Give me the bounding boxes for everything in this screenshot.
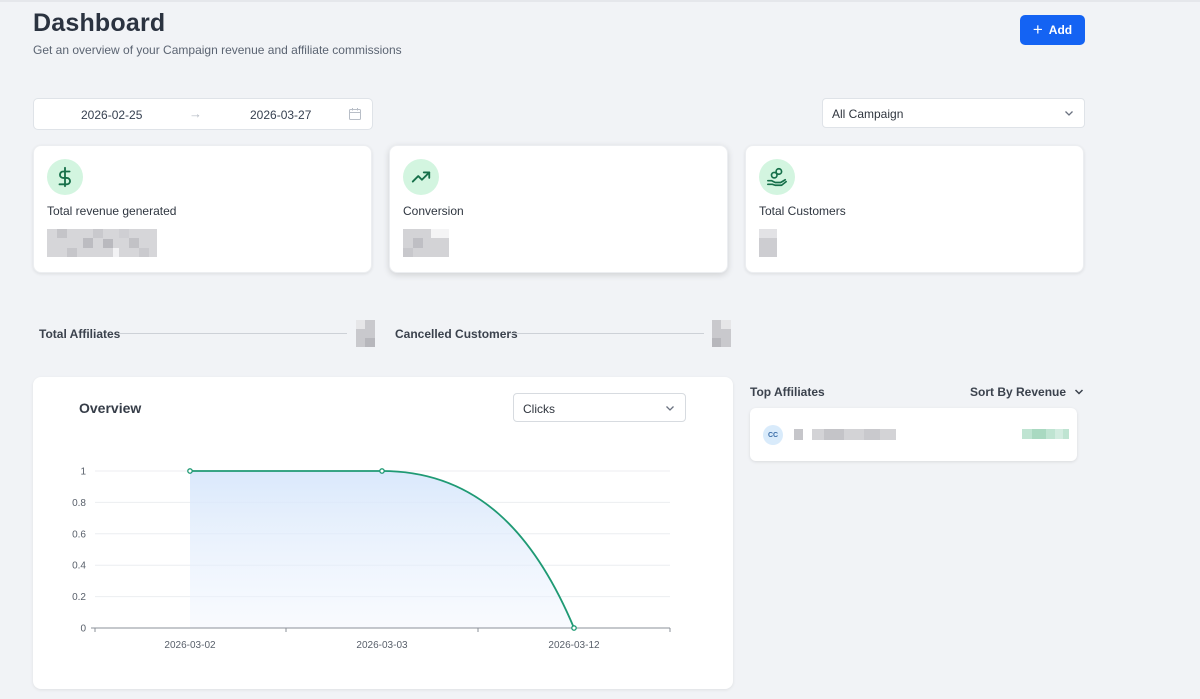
date-range-picker[interactable]: 2026-02-25 → 2026-03-27 (33, 98, 373, 130)
data-point (187, 468, 193, 474)
arrow-right-icon: → (189, 106, 202, 121)
stat-label: Conversion (403, 204, 464, 218)
add-button-label: Add (1048, 23, 1073, 37)
date-start-input[interactable]: 2026-02-25 (81, 108, 142, 122)
stat-label: Total revenue generated (47, 204, 177, 218)
top-border (0, 0, 1200, 2)
sort-by-revenue-dropdown[interactable]: Sort By Revenue (970, 385, 1084, 399)
divider (120, 333, 347, 334)
add-button[interactable]: + Add (1020, 15, 1085, 45)
blurred-affiliate-name (794, 429, 896, 440)
cancelled-customers-label: Cancelled Customers (395, 327, 518, 341)
y-tick-label: 0.2 (72, 592, 86, 603)
top-affiliates-title: Top Affiliates (750, 385, 825, 399)
campaign-select-value: All Campaign (832, 107, 904, 121)
dollar-icon (47, 159, 83, 195)
blurred-affiliate-revenue (1022, 429, 1069, 439)
stat-card-revenue: Total revenue generated (33, 145, 372, 273)
total-affiliates-label: Total Affiliates (39, 327, 121, 341)
date-end-input[interactable]: 2026-03-27 (250, 108, 311, 122)
chevron-down-icon (1065, 111, 1073, 116)
stat-card-customers: Total Customers (745, 145, 1084, 273)
trending-up-icon (403, 159, 439, 195)
stat-card-conversion: Conversion (389, 145, 728, 273)
y-tick-label: 0 (80, 624, 86, 635)
blurred-value (403, 229, 449, 257)
calendar-icon[interactable] (349, 108, 361, 120)
data-point (379, 468, 385, 474)
affiliate-list-item[interactable]: CC (750, 408, 1077, 461)
x-tick-label: 2026-03-03 (356, 640, 408, 651)
stat-label: Total Customers (759, 204, 846, 218)
y-tick-label: 0.8 (72, 498, 86, 509)
data-point (571, 625, 577, 631)
total-affiliates-row: Total Affiliates (39, 320, 379, 347)
campaign-select[interactable]: All Campaign (822, 98, 1085, 128)
page-title: Dashboard (33, 9, 166, 37)
blurred-value (47, 229, 157, 257)
cancelled-customers-row: Cancelled Customers (395, 320, 735, 347)
overview-card: Overview Clicks 0 0.2 0.4 0.6 0.8 1 2026-03-02… (33, 377, 733, 689)
y-tick-label: 1 (80, 467, 86, 478)
y-tick-label: 0.4 (72, 561, 86, 572)
blurred-value (356, 320, 375, 347)
plus-icon: + (1032, 20, 1043, 39)
blurred-value (712, 320, 731, 347)
series-area (190, 471, 574, 628)
blurred-value (759, 229, 777, 257)
chevron-down-icon (1075, 389, 1084, 395)
sort-label: Sort By Revenue (970, 385, 1067, 399)
divider (510, 333, 704, 334)
overview-chart: 0 0.2 0.4 0.6 0.8 1 2026-03-02 2026-03-03 2026-0… (72, 467, 671, 651)
y-tick-label: 0.6 (72, 529, 86, 540)
page-subtitle: Get an overview of your Campaign revenue… (33, 43, 402, 57)
x-tick-label: 2026-03-02 (164, 640, 216, 651)
hand-coins-icon (759, 159, 795, 195)
x-tick-label: 2026-03-12 (548, 640, 600, 651)
avatar: CC (763, 425, 783, 445)
